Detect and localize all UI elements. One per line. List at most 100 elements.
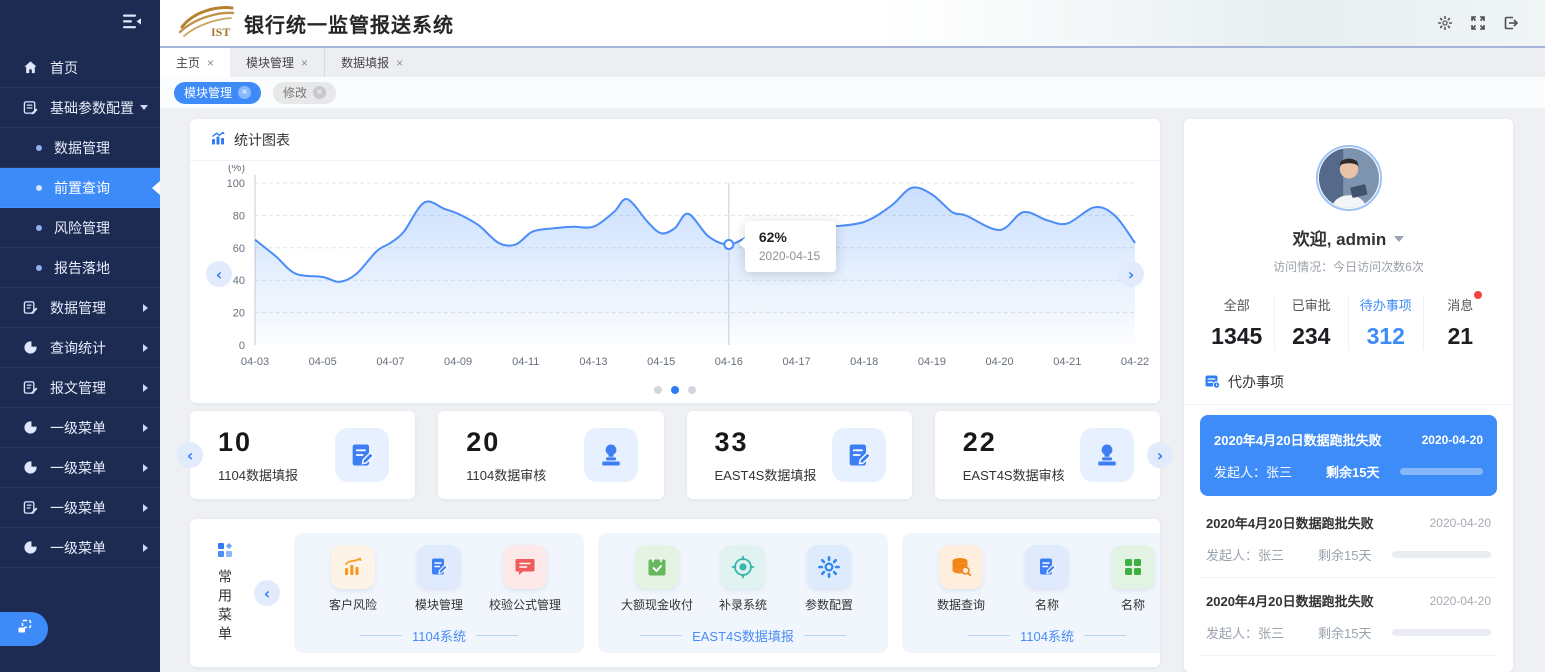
- quick-menu-prev-button[interactable]: [254, 580, 280, 606]
- sidebar-item-label: 数据管理: [54, 138, 148, 158]
- menu-item-large-cash[interactable]: 大额现金收付: [614, 545, 700, 622]
- divider: [968, 635, 1010, 636]
- chip-modify[interactable]: 修改: [273, 82, 336, 104]
- sidebar-subitem-report-landing[interactable]: 报告落地: [0, 248, 160, 288]
- menu-item-supplement-system[interactable]: 补录系统: [700, 545, 786, 622]
- doc-edit-icon: [22, 300, 38, 316]
- todo-item[interactable]: 2020年4月20日数据跑批失败 2020-04-20 发起人：张三 剩余4天: [1200, 655, 1497, 672]
- menu-item-label: 模块管理: [415, 596, 463, 613]
- todo-progress-bar: [1392, 551, 1491, 558]
- stat-card-east4s-review[interactable]: 22 EAST4S数据审核: [935, 411, 1160, 499]
- sidebar-item-label: 一级菜单: [50, 538, 143, 558]
- stat-pending[interactable]: 待办事项 312: [1348, 295, 1423, 350]
- chart-prev-button[interactable]: [206, 261, 232, 287]
- todo-initiator: 发起人：张三: [1206, 545, 1318, 564]
- sidebar-item-label: 数据管理: [50, 298, 143, 318]
- chip-module-mgmt[interactable]: 模块管理: [174, 82, 261, 104]
- menu-item-data-query[interactable]: 数据查询: [918, 545, 1004, 622]
- sidebar-subitem-pre-query[interactable]: 前置查询: [0, 168, 160, 208]
- pagination-dot[interactable]: [654, 386, 662, 394]
- sidebar-item-level1-menu-4[interactable]: 一级菜单: [0, 528, 160, 568]
- svg-text:04-17: 04-17: [782, 356, 810, 368]
- chip-close-icon[interactable]: [238, 86, 251, 99]
- divider: [1084, 635, 1126, 636]
- stamp-icon: [1080, 428, 1134, 482]
- stat-label: EAST4S数据审核: [963, 465, 1065, 484]
- sidebar-item-message-mgmt[interactable]: 报文管理: [0, 368, 160, 408]
- sidebar-item-query-stats[interactable]: 查询统计: [0, 328, 160, 368]
- todo-progress-bar: [1400, 468, 1483, 475]
- logout-icon[interactable]: [1502, 15, 1519, 32]
- menu-item-customer-risk[interactable]: 客户风险: [310, 545, 396, 622]
- group-label-text: 1104系统: [1020, 626, 1074, 645]
- stats-next-button[interactable]: [1147, 442, 1173, 468]
- stat-value: 20: [466, 427, 546, 458]
- sidebar-item-level1-menu-3[interactable]: 一级菜单: [0, 488, 160, 528]
- stat-cards-row: 10 1104数据填报 20 1104数据审核: [190, 411, 1160, 499]
- fullscreen-icon[interactable]: [1469, 15, 1486, 32]
- home-icon: [22, 60, 38, 76]
- main-area: IST 银行统一监管报送系统 主页 模块管理 数据填报: [160, 0, 1545, 672]
- tab-close-icon[interactable]: [207, 56, 214, 70]
- quick-menu-group-1104: 客户风险 模块管理 校验公式管理: [294, 533, 584, 653]
- stat-card-1104-review[interactable]: 20 1104数据审核: [438, 411, 663, 499]
- stat-card-east4s-fill[interactable]: 33 EAST4S数据填报: [687, 411, 912, 499]
- stat-value: 33: [715, 427, 817, 458]
- svg-text:04-16: 04-16: [715, 356, 743, 368]
- chevron-right-icon: [143, 344, 148, 352]
- layout-switch-button[interactable]: [0, 612, 48, 646]
- tab-close-icon[interactable]: [301, 56, 308, 70]
- user-menu[interactable]: 欢迎, admin: [1184, 225, 1513, 250]
- stat-card-1104-fill[interactable]: 10 1104数据填报: [190, 411, 415, 499]
- sidebar-collapse-icon[interactable]: [123, 14, 142, 34]
- doc-config-icon: [22, 100, 38, 116]
- pagination-dot[interactable]: [688, 386, 696, 394]
- tab-close-icon[interactable]: [396, 56, 403, 70]
- settings-icon[interactable]: [1436, 15, 1453, 32]
- todo-remaining: 剩余15天: [1318, 623, 1392, 642]
- sidebar-item-base-config[interactable]: 基础参数配置: [0, 88, 160, 128]
- sidebar-item-label: 报文管理: [50, 378, 143, 398]
- sidebar-item-level1-menu-1[interactable]: 一级菜单: [0, 408, 160, 448]
- chart-area: 020406080100(%)04-0304-0504-0704-0904-11…: [190, 161, 1160, 378]
- menu-item-name-1[interactable]: 名称: [1004, 545, 1090, 622]
- sidebar-subitem-data-mgmt[interactable]: 数据管理: [0, 128, 160, 168]
- menu-item-formula-mgmt[interactable]: 校验公式管理: [482, 545, 568, 622]
- group-label-text: 1104系统: [412, 626, 466, 645]
- sidebar-subitem-risk-mgmt[interactable]: 风险管理: [0, 208, 160, 248]
- svg-text:04-13: 04-13: [579, 356, 607, 368]
- stat-all[interactable]: 全部 1345: [1200, 295, 1274, 350]
- todo-item[interactable]: 2020年4月20日数据跑批失败 2020-04-20 发起人：张三 剩余15天: [1200, 577, 1497, 655]
- stat-approved[interactable]: 已审批 234: [1274, 295, 1349, 350]
- sidebar-item-level1-menu-2[interactable]: 一级菜单: [0, 448, 160, 488]
- sidebar-item-label: 一级菜单: [50, 458, 143, 478]
- menu-item-label: 校验公式管理: [489, 596, 561, 613]
- sidebar-item-label: 一级菜单: [50, 418, 143, 438]
- todo-item[interactable]: 2020年4月20日数据跑批失败 2020-04-20 发起人：张三 剩余15天: [1200, 415, 1497, 496]
- sidebar-item-data-mgmt[interactable]: 数据管理: [0, 288, 160, 328]
- chip-close-icon[interactable]: [313, 86, 326, 99]
- menu-item-name-2[interactable]: 名称: [1090, 545, 1160, 622]
- chart-next-button[interactable]: [1118, 261, 1144, 287]
- sidebar-item-home[interactable]: 首页: [0, 48, 160, 88]
- quick-menu-label-box: 常用菜单: [210, 542, 240, 645]
- chart-tooltip: 62% 2020-04-15: [745, 221, 836, 272]
- tab-module-mgmt[interactable]: 模块管理: [230, 48, 324, 77]
- menu-item-param-config[interactable]: 参数配置: [786, 545, 872, 622]
- stat-messages[interactable]: 消息 21: [1423, 295, 1498, 350]
- pagination-dot[interactable]: [671, 386, 679, 394]
- tab-data-fill[interactable]: 数据填报: [324, 48, 419, 77]
- sidebar-item-label: 一级菜单: [50, 498, 143, 518]
- stats-prev-button[interactable]: [177, 442, 203, 468]
- avatar[interactable]: [1316, 145, 1382, 211]
- todo-title: 2020年4月20日数据跑批失败: [1206, 513, 1374, 532]
- visit-info: 访问情况：今日访问次数6次: [1184, 258, 1513, 275]
- todo-item[interactable]: 2020年4月20日数据跑批失败 2020-04-20 发起人：张三 剩余15天: [1200, 500, 1497, 577]
- tab-label: 主页: [176, 54, 200, 71]
- edit-doc-icon: [832, 428, 886, 482]
- tab-label: 数据填报: [341, 54, 389, 71]
- svg-text:04-20: 04-20: [986, 356, 1014, 368]
- menu-item-module-mgmt[interactable]: 模块管理: [396, 545, 482, 622]
- stat-label: 1104数据填报: [218, 465, 298, 484]
- tab-home[interactable]: 主页: [160, 48, 230, 77]
